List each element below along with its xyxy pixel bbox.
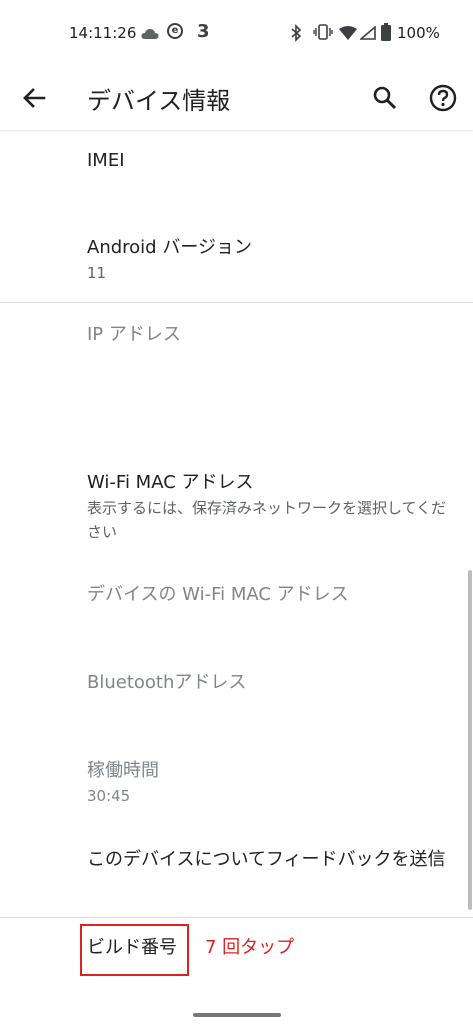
search-icon (370, 86, 400, 117)
pref-wifi-mac[interactable]: Wi-Fi MAC アドレス 表示するには、保存済みネットワークを選択してくださ… (87, 470, 457, 544)
app-bar: デバイス情報 (0, 66, 473, 130)
back-arrow-icon (18, 88, 50, 118)
highlight-box (80, 924, 189, 976)
search-button[interactable] (370, 83, 400, 113)
scrollbar[interactable] (468, 570, 472, 910)
pref-title: Bluetoothアドレス (87, 672, 247, 693)
pref-bluetooth-address: Bluetoothアドレス (87, 670, 457, 696)
vibrate-icon (313, 24, 333, 44)
gesture-nav-handle[interactable] (193, 1013, 281, 1017)
pref-summary: 11 (87, 264, 107, 282)
status-bar: 14:11:26 e 3 100% (0, 0, 473, 66)
pref-device-wifi-mac: デバイスの Wi-Fi MAC アドレス (87, 582, 457, 608)
back-button[interactable] (18, 82, 50, 114)
battery-percent: 100% (397, 24, 440, 42)
pref-title: IMEI (87, 150, 125, 171)
divider (0, 917, 473, 918)
page-title: デバイス情報 (87, 87, 231, 115)
e-app-icon: e (167, 23, 183, 39)
pref-title: IP アドレス (87, 324, 181, 345)
pref-title: このデバイスについてフィードバックを送信 (87, 849, 446, 870)
help-icon (428, 84, 458, 117)
help-button[interactable] (428, 83, 458, 113)
notification-count: 3 (197, 21, 210, 42)
bluetooth-icon (290, 24, 302, 46)
pref-uptime: 稼働時間 30:45 (87, 758, 457, 808)
tap-instruction-note: 7 回タップ (205, 937, 295, 958)
pref-android-version[interactable]: Android バージョン 11 (87, 235, 457, 285)
cloud-icon (141, 25, 159, 44)
battery-icon (381, 23, 391, 45)
pref-summary: 30:45 (87, 787, 131, 805)
pref-title: Wi-Fi MAC アドレス (87, 472, 254, 493)
pref-title: 稼働時間 (87, 760, 159, 781)
divider (0, 302, 473, 303)
wifi-icon (339, 25, 357, 44)
pref-summary: 表示するには、保存済みネットワークを選択してください (87, 499, 447, 541)
pref-title: デバイスの Wi-Fi MAC アドレス (87, 584, 349, 605)
status-time: 14:11:26 (69, 24, 137, 42)
pref-title: Android バージョン (87, 237, 252, 258)
pref-imei[interactable]: IMEI (87, 148, 457, 174)
pref-send-feedback[interactable]: このデバイスについてフィードバックを送信 (87, 845, 457, 874)
signal-icon (358, 25, 376, 44)
pref-ip-address: IP アドレス (87, 322, 457, 348)
